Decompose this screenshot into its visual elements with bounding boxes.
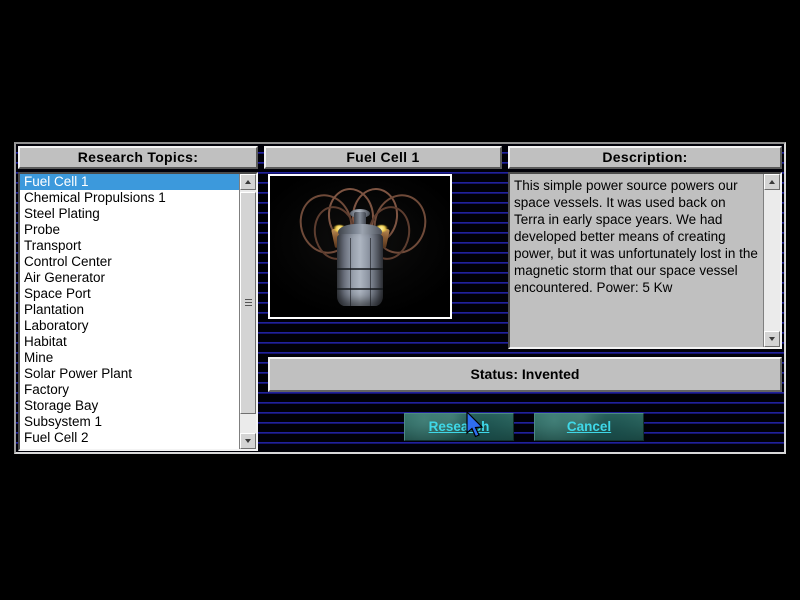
research-topic-item[interactable]: Transport (20, 238, 239, 254)
research-topic-item[interactable]: Plantation (20, 302, 239, 318)
research-topic-item[interactable]: Fuel Cell 2 (20, 430, 239, 446)
description-scroll-down-button[interactable] (764, 331, 780, 347)
research-button-label: esearch (438, 419, 490, 434)
status-bar: Status: Invented (268, 357, 782, 392)
item-preview-frame (268, 174, 452, 319)
research-topic-item[interactable]: Space Port (20, 286, 239, 302)
research-topic-item[interactable]: Probe (20, 222, 239, 238)
research-topic-item[interactable]: Factory (20, 382, 239, 398)
cancel-button-accel: C (566, 419, 577, 434)
topics-scrollbar[interactable] (239, 174, 256, 449)
scroll-up-arrow-icon (245, 180, 251, 184)
scroll-down-arrow-icon (245, 439, 251, 443)
research-topic-item[interactable]: Subsystem 1 (20, 414, 239, 430)
research-topics-list[interactable]: Fuel Cell 1 Chemical Propulsions 1 Steel P… (20, 174, 239, 449)
research-topic-item[interactable]: Solar Power Plant (20, 366, 239, 382)
research-topic-item[interactable]: Habitat (20, 334, 239, 350)
scroll-up-arrow-icon (769, 180, 775, 184)
research-topic-item[interactable]: Laboratory (20, 318, 239, 334)
cancel-button-label: ancel (576, 419, 612, 434)
topics-scroll-thumb[interactable] (240, 192, 256, 414)
research-dialog: Research Topics: Fuel Cell 1 Chemical Pro… (14, 142, 786, 454)
research-topic-item[interactable]: Control Center (20, 254, 239, 270)
grip-lines-icon (245, 299, 252, 306)
description-scroll-up-button[interactable] (764, 174, 780, 190)
scroll-down-arrow-icon (769, 337, 775, 341)
research-topics-header: Research Topics: (18, 146, 258, 169)
description-scrollbar[interactable] (763, 174, 780, 347)
topics-scroll-down-button[interactable] (240, 433, 256, 449)
description-scroll-track[interactable] (764, 190, 780, 331)
research-topic-item[interactable]: Storage Bay (20, 398, 239, 414)
cancel-button[interactable]: Cancel (534, 413, 644, 441)
description-box[interactable]: This simple power source powers our spac… (508, 172, 782, 349)
game-screen: Research Topics: Fuel Cell 1 Chemical Pro… (0, 0, 800, 600)
research-button[interactable]: Research (404, 413, 514, 441)
research-topic-item[interactable]: Fuel Cell 1 (20, 174, 239, 190)
research-topic-item[interactable]: Mine (20, 350, 239, 366)
research-topic-item[interactable]: Chemical Propulsions 1 (20, 190, 239, 206)
research-button-accel: R (428, 419, 439, 434)
research-topic-item[interactable]: Air Generator (20, 270, 239, 286)
research-topic-item[interactable]: Steel Plating (20, 206, 239, 222)
description-header: Description: (508, 146, 782, 169)
description-text: This simple power source powers our spac… (510, 174, 763, 347)
selected-item-title: Fuel Cell 1 (264, 146, 502, 169)
research-topics-listbox[interactable]: Fuel Cell 1 Chemical Propulsions 1 Steel P… (18, 172, 258, 451)
topics-scroll-up-button[interactable] (240, 174, 256, 190)
fuel-cell-3d-render (270, 176, 450, 317)
